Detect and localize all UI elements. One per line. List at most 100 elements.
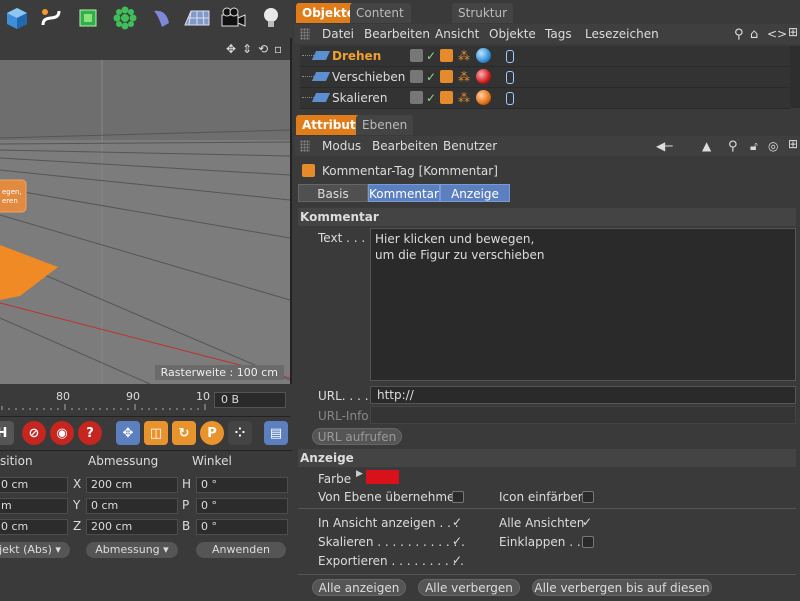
expand-arrow-icon[interactable]: ▶ [356, 469, 363, 479]
menu-bearbeiten-attr[interactable]: Bearbeiten [372, 139, 438, 153]
xpresso-tag-icon[interactable]: ⁂ [458, 91, 471, 105]
material-tag-icon[interactable] [476, 90, 491, 105]
tab-ebenen[interactable]: Ebenen [356, 115, 414, 135]
home-icon[interactable]: ⌂ [750, 27, 758, 42]
grip-handle[interactable] [300, 140, 310, 152]
rotate-view-icon[interactable]: ⟲ [258, 42, 268, 56]
size-x-field[interactable]: 200 cm [86, 477, 178, 493]
position-x-field[interactable]: 0 cm [0, 477, 68, 493]
layer-icon[interactable] [410, 49, 423, 62]
url-field[interactable]: http:// [370, 386, 796, 404]
array-icon[interactable] [110, 3, 140, 33]
show-all-button[interactable]: Alle anzeigen [312, 579, 406, 596]
comment-tag-icon[interactable] [440, 49, 453, 62]
url-info-field[interactable] [370, 406, 796, 424]
menu-lesezeichen[interactable]: Lesezeichen [585, 27, 659, 41]
coordinate-mode-select[interactable]: jekt (Abs) ▾ [0, 542, 70, 558]
xpresso-tag-icon[interactable]: ⁂ [458, 70, 471, 84]
search-icon[interactable]: ⚲ [728, 139, 738, 154]
goto-end-button[interactable]: H [0, 421, 14, 445]
object-row-verschieben[interactable]: Verschieben ✓ ⁂ [300, 67, 790, 88]
color-swatch[interactable] [366, 470, 399, 484]
spline-pen-icon[interactable] [36, 3, 66, 33]
layer-icon[interactable] [410, 70, 423, 83]
material-tag-icon[interactable] [476, 48, 491, 63]
object-name[interactable]: Verschieben [332, 70, 405, 84]
expand-icon[interactable]: ⊞ [788, 137, 798, 151]
hide-all-button[interactable]: Alle verbergen [418, 579, 520, 596]
kommentar-section-header[interactable]: Kommentar [298, 208, 796, 226]
position-key-icon[interactable]: ✥ [116, 421, 140, 445]
autokey-icon[interactable]: ◉ [50, 421, 74, 445]
hide-all-except-button[interactable]: Alle verbergen bis auf diesen [532, 579, 712, 596]
lock-icon[interactable]: 🔓︎ [750, 139, 758, 154]
position-y-field[interactable]: m [0, 498, 68, 514]
size-z-field[interactable]: 200 cm [86, 519, 178, 535]
timeline-ruler[interactable] [0, 392, 212, 410]
rotation-key-icon[interactable]: ↻ [172, 421, 196, 445]
protection-tag-icon[interactable] [506, 50, 514, 63]
rotation-h-field[interactable]: 0 ° [196, 477, 288, 493]
menu-objekte[interactable]: Objekte [489, 27, 536, 41]
icon-einfaerben-checkbox[interactable] [582, 491, 594, 503]
menu-ansicht[interactable]: Ansicht [435, 27, 479, 41]
layer-icon[interactable] [410, 91, 423, 104]
visibility-check-icon[interactable]: ✓ [426, 49, 436, 63]
alle-ansichten-checkbox[interactable]: ✓ [582, 515, 592, 529]
menu-tags[interactable]: Tags [545, 27, 572, 41]
generator-icon[interactable] [73, 3, 103, 33]
object-row-skalieren[interactable]: Skalieren ✓ ⁂ [300, 88, 790, 109]
scale-key-icon[interactable]: ◫ [144, 421, 168, 445]
object-name[interactable]: Drehen [332, 49, 381, 63]
maximize-view-icon[interactable]: ▫ [274, 42, 282, 56]
subtab-anzeige[interactable]: Anzeige [440, 184, 510, 202]
menu-benutzer[interactable]: Benutzer [443, 139, 497, 153]
search-icon[interactable]: ⚲ [734, 27, 744, 42]
object-list-scrollbar[interactable] [790, 46, 800, 108]
protection-tag-icon[interactable] [506, 92, 514, 105]
object-row-drehen[interactable]: Drehen ✓ ⁂ [300, 46, 790, 67]
comment-text-area[interactable]: Hier klicken und bewegen, um die Figur z… [370, 228, 796, 381]
apply-button[interactable]: Anwenden [196, 542, 286, 558]
menu-modus[interactable]: Modus [322, 139, 361, 153]
comment-tag-icon[interactable] [440, 91, 453, 104]
object-name[interactable]: Skalieren [332, 91, 387, 105]
parameter-key-icon[interactable]: P [200, 421, 224, 445]
back-arrow-icon[interactable]: ◀─ [656, 139, 672, 153]
material-tag-icon[interactable] [476, 69, 491, 84]
skalieren-checkbox[interactable]: ✓ [452, 534, 462, 548]
scheme-icon[interactable]: ▤ [264, 421, 288, 445]
exportieren-checkbox[interactable]: ✓ [452, 553, 462, 567]
cube-icon[interactable] [2, 3, 32, 33]
light-bulb-icon[interactable] [256, 3, 286, 33]
deformer-icon[interactable] [146, 3, 176, 33]
tab-struktur[interactable]: Struktur [452, 3, 514, 23]
timeline[interactable]: 80 90 10 0 B [0, 384, 290, 416]
grip-handle[interactable] [300, 28, 310, 40]
anzeige-section-header[interactable]: Anzeige [298, 449, 796, 467]
comment-tag-icon[interactable] [440, 70, 453, 83]
current-frame-field[interactable]: 0 B [214, 392, 286, 408]
protection-tag-icon[interactable] [506, 71, 514, 84]
record-keys-icon[interactable]: ⊘ [22, 421, 46, 445]
move-view-icon[interactable]: ✥ [226, 42, 236, 56]
von-ebene-checkbox[interactable] [452, 491, 464, 503]
menu-datei[interactable]: Datei [322, 27, 354, 41]
xpresso-tag-icon[interactable]: ⁂ [458, 49, 471, 63]
3d-viewport[interactable]: ✥ ⇕ ⟲ ▫ egen, eren Rasterweite : 100 cm [0, 38, 292, 384]
menu-bearbeiten[interactable]: Bearbeiten [364, 27, 430, 41]
visibility-check-icon[interactable]: ✓ [426, 91, 436, 105]
subtab-basis[interactable]: Basis [298, 184, 368, 202]
in-ansicht-checkbox[interactable]: ✓ [452, 515, 462, 529]
zoom-view-icon[interactable]: ⇕ [242, 42, 252, 56]
size-y-field[interactable]: 0 cm [86, 498, 178, 514]
position-z-field[interactable]: 0 cm [0, 519, 68, 535]
floor-icon[interactable] [182, 3, 212, 33]
rotation-b-field[interactable]: 0 ° [196, 519, 288, 535]
url-open-button[interactable]: URL aufrufen [312, 428, 402, 445]
pla-key-icon[interactable]: ⁘ [228, 421, 252, 445]
camera-icon[interactable] [218, 3, 248, 33]
tab-content-browser[interactable]: Content Browser [350, 3, 411, 40]
size-mode-select[interactable]: Abmessung ▾ [86, 542, 178, 558]
subtab-kommentar[interactable]: Kommentar [368, 184, 440, 202]
